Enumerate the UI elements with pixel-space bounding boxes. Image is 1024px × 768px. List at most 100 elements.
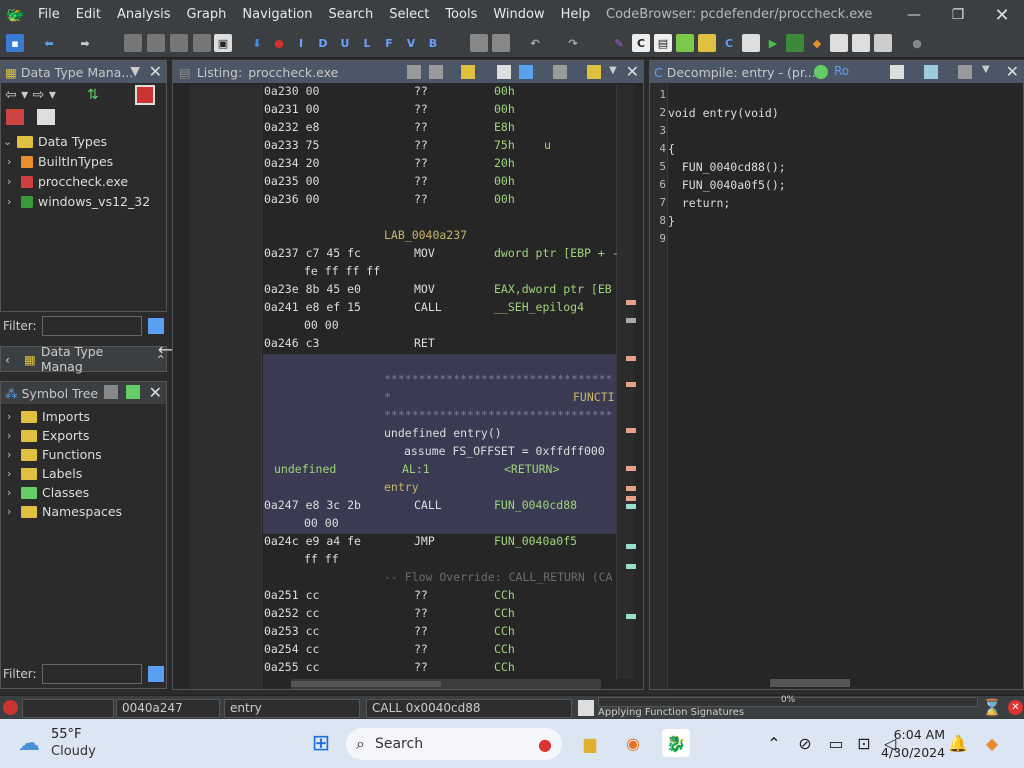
nav-icon-3[interactable] [170, 34, 188, 52]
listing-row[interactable]: 0a251 cc?? CCh [264, 586, 515, 604]
menu-search[interactable]: Search [321, 0, 382, 30]
close-icon[interactable]: ✕ [149, 62, 162, 81]
tree-item-proccheck[interactable]: › proccheck.exe [7, 172, 128, 191]
listing-row[interactable]: 0a235 00?? 00h [264, 172, 515, 190]
tool-icon-6[interactable] [742, 34, 760, 52]
listing-row[interactable]: 0a252 cc?? CCh [264, 604, 515, 622]
overview-marker[interactable] [626, 466, 636, 471]
redo-icon[interactable]: ↷ [564, 34, 582, 52]
dropdown-icon[interactable]: ▼ [609, 65, 617, 76]
tree-item-namespaces[interactable]: › Namespaces [7, 502, 122, 521]
format-icon[interactable] [497, 65, 511, 79]
firefox-icon[interactable]: ◉ [619, 729, 647, 757]
overview-marker[interactable] [626, 504, 636, 509]
nav-value-icon[interactable]: V [402, 34, 420, 52]
weather-desc[interactable]: Cloudy [51, 744, 96, 759]
forward-icon[interactable]: ➡ [76, 34, 94, 52]
nav-data-icon[interactable]: D [314, 34, 332, 52]
collapse-icon[interactable] [37, 109, 55, 125]
entry-label[interactable]: entry [384, 478, 419, 496]
listing-row[interactable]: 0a24c e9 a4 fe JMP FUN_0040a0f5 [264, 532, 577, 550]
decompile-call-2[interactable]: FUN_0040a0f5(); [668, 176, 786, 194]
back-icon[interactable]: ⇦ ▾ ⇨ ▾ [5, 87, 56, 103]
weather-icon[interactable]: ☁ [18, 731, 40, 756]
listing-row[interactable]: ff ff [304, 550, 339, 568]
overview-marker[interactable] [626, 544, 636, 549]
tool-icon-12[interactable]: ● [908, 34, 926, 52]
decompile-signature[interactable]: void entry(void) [668, 104, 779, 122]
nav-function-icon[interactable]: F [380, 34, 398, 52]
clock-time[interactable]: 6:04 AM [893, 727, 945, 742]
tree-item-windows[interactable]: › windows_vs12_32 [7, 192, 150, 211]
tool-icon-9[interactable] [830, 34, 848, 52]
filter-off-icon[interactable] [135, 85, 155, 105]
menu-edit[interactable]: Edit [68, 0, 109, 30]
nav-undefined-icon[interactable]: U [336, 34, 354, 52]
tool-icon-1[interactable] [470, 34, 488, 52]
menu-navigation[interactable]: Navigation [234, 0, 320, 30]
down-arrow-icon[interactable]: ⬇ [248, 34, 266, 52]
edit-icon[interactable] [924, 65, 938, 79]
back-icon[interactable]: ⬅ [40, 34, 58, 52]
overview-marker[interactable] [626, 428, 636, 433]
listing-row[interactable]: 0a234 20?? 20h [264, 154, 515, 172]
tree-item-imports[interactable]: › Imports [7, 407, 90, 426]
maximize-icon[interactable]: ❐ [936, 0, 980, 30]
overview-marker[interactable] [626, 614, 636, 619]
edit-status-icon[interactable] [578, 700, 594, 716]
volume-icon[interactable]: ⊡ [850, 729, 878, 757]
refresh-icon[interactable] [814, 65, 828, 79]
listing-row[interactable]: 0a241 e8 ef 15 CALL __SEH_epilog4 [264, 298, 584, 316]
menu-select[interactable]: Select [381, 0, 437, 30]
nav-bookmark-icon[interactable]: B [424, 34, 442, 52]
paste-icon[interactable] [429, 65, 443, 79]
copy-icon[interactable] [890, 65, 904, 79]
file-explorer-icon[interactable]: ▆ [576, 729, 604, 757]
tool-icon-7[interactable] [786, 34, 804, 52]
start-icon[interactable]: ⊞ [307, 729, 335, 757]
refresh-icon[interactable]: C [720, 34, 738, 52]
tree-item-classes[interactable]: › Classes [7, 483, 89, 502]
nav-icon-1[interactable] [124, 34, 142, 52]
tree-item-functions[interactable]: › Functions [7, 445, 102, 464]
listing-row[interactable]: 0a247 e8 3c 2b CALL FUN_0040cd88 [264, 496, 577, 514]
sync-icon[interactable]: ⇅ [87, 87, 99, 103]
filter-options-icon[interactable] [147, 318, 164, 334]
script-icon[interactable]: ✎ [610, 34, 628, 52]
listing-row[interactable]: 0a233 75?? 75h u [264, 136, 551, 154]
notification-bell-icon[interactable]: 🔔 [944, 729, 972, 757]
tool-icon-10[interactable] [852, 34, 870, 52]
listing-row[interactable]: 0a237 c7 45 fc MOV dword ptr [EBP + - [264, 244, 619, 262]
listing-row[interactable]: 0a23e 8b 45 e0 MOV EAX,dword ptr [EB [264, 280, 612, 298]
close-window-icon[interactable]: ✕ [980, 0, 1024, 30]
weather-temp[interactable]: 55°F [51, 727, 82, 742]
menu-window[interactable]: Window [485, 0, 552, 30]
ghidra-task-icon[interactable]: 🐉 [662, 729, 690, 757]
display-icon[interactable]: ▭ [822, 729, 850, 757]
copilot-icon[interactable]: ◆ [978, 729, 1006, 757]
menu-tools[interactable]: Tools [437, 0, 485, 30]
snapshot-icon[interactable] [958, 65, 972, 79]
listing-row[interactable]: 0a253 cc?? CCh [264, 622, 515, 640]
tool-icon-11[interactable] [874, 34, 892, 52]
dropdown-icon[interactable]: ▼ [130, 63, 140, 78]
symbol-tool-icon[interactable] [104, 385, 118, 399]
listing-row[interactable]: 0a236 00?? 00h [264, 190, 515, 208]
listing-row[interactable]: 0a255 cc?? CCh [264, 658, 515, 676]
label-lab[interactable]: LAB_0040a237 [384, 226, 467, 244]
menu-file[interactable]: File [30, 0, 68, 30]
listing-row[interactable]: 0a231 00?? 00h [264, 100, 515, 118]
folder-icon[interactable] [698, 34, 716, 52]
copy-icon[interactable] [407, 65, 421, 79]
tree-item-exports[interactable]: › Exports [7, 426, 89, 445]
menu-graph[interactable]: Graph [179, 0, 235, 30]
listing-row[interactable]: 00 00 [304, 514, 339, 532]
close-icon[interactable]: ✕ [626, 62, 639, 81]
listing-row[interactable]: 0a246 c3 RET [264, 334, 435, 352]
error-icon[interactable] [3, 700, 18, 715]
taskbar-search[interactable]: ⌕ Search ● [346, 728, 562, 760]
overview-marker[interactable] [626, 486, 636, 491]
nav-icon-2[interactable] [147, 34, 165, 52]
symbol-filter-input[interactable] [41, 664, 142, 684]
undo-icon[interactable]: ↶ [526, 34, 544, 52]
